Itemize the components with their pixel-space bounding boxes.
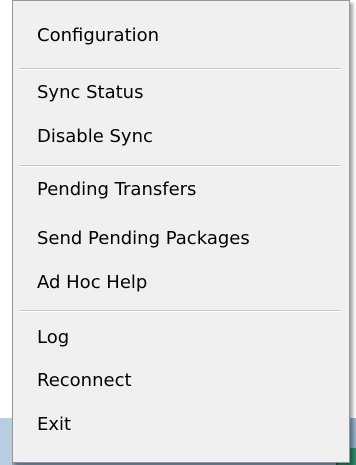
menu-item-log[interactable]: Log xyxy=(13,316,349,360)
menu-item-pending-transfers[interactable]: Pending Transfers xyxy=(13,168,349,212)
menu-separator xyxy=(19,165,341,167)
menu-item-reconnect[interactable]: Reconnect xyxy=(13,359,349,403)
menu-separator xyxy=(19,68,341,70)
menu-item-sync-status[interactable]: Sync Status xyxy=(13,71,349,115)
menu-item-send-pending-packages[interactable]: Send Pending Packages xyxy=(13,217,349,261)
menu-item-exit[interactable]: Exit xyxy=(13,403,349,447)
menu-item-disable-sync[interactable]: Disable Sync xyxy=(13,115,349,159)
menu-item-configuration[interactable]: Configuration xyxy=(13,14,349,58)
taskbar-edge xyxy=(0,418,12,465)
menu-item-ad-hoc-help[interactable]: Ad Hoc Help xyxy=(13,261,349,305)
menu-separator xyxy=(19,310,341,312)
context-menu: Configuration Sync Status Disable Sync P… xyxy=(12,0,350,463)
